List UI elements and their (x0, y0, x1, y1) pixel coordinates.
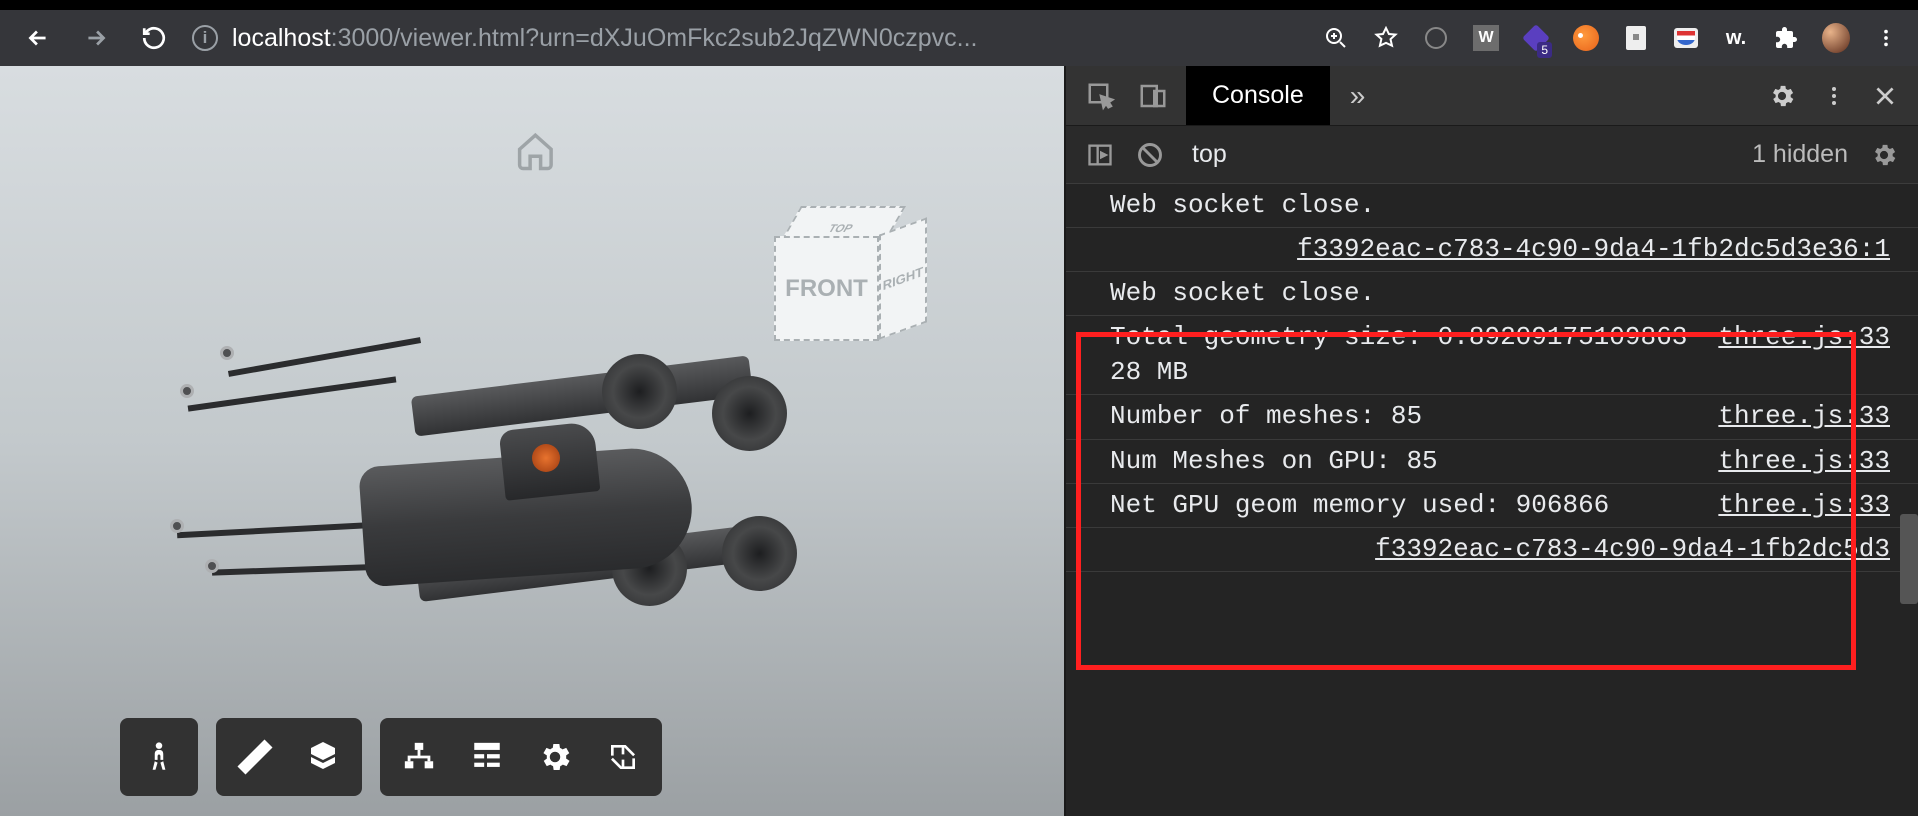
home-icon[interactable] (514, 130, 556, 172)
extension-fish-icon[interactable] (1572, 24, 1600, 52)
extension-w2-icon[interactable]: w. (1722, 24, 1750, 52)
url-path: :3000/viewer.html?urn=dXJuOmFkc2sub2JqZW… (331, 24, 978, 52)
fullscreen-icon[interactable] (594, 728, 652, 786)
extension-w-icon[interactable]: W (1472, 24, 1500, 52)
forward-button[interactable] (76, 18, 116, 58)
log-row: Num Meshes on GPU: 85three.js:33 (1066, 440, 1918, 484)
console-context[interactable]: top (1186, 140, 1730, 169)
clear-console-icon[interactable] (1136, 141, 1164, 169)
back-button[interactable] (18, 18, 58, 58)
zoom-icon[interactable] (1322, 24, 1350, 52)
viewer-toolbar (120, 718, 662, 796)
measure-tool-icon[interactable] (226, 728, 284, 786)
log-row: Total geometry size: 0.8920917510986328 … (1066, 316, 1918, 395)
reload-button[interactable] (134, 18, 174, 58)
tabs-overflow-icon[interactable]: » (1330, 66, 1386, 125)
console-settings-icon[interactable] (1870, 141, 1898, 169)
address-bar[interactable]: i localhost:3000/viewer.html?urn=dXJuOmF… (192, 24, 1304, 53)
log-row: f3392eac-c783-4c90-9da4-1fb2dc5d3e36:1 (1066, 228, 1918, 272)
extension-page-icon[interactable] (1622, 24, 1650, 52)
devtools-close-icon[interactable] (1872, 83, 1898, 109)
devtools-panel: Console » top 1 hidden (1064, 66, 1918, 816)
browser-menu-icon[interactable] (1872, 24, 1900, 52)
vertical-scrollbar[interactable] (1900, 514, 1918, 604)
hidden-messages[interactable]: 1 hidden (1752, 140, 1848, 169)
site-info-icon[interactable]: i (192, 25, 218, 51)
model-browser-icon[interactable] (390, 728, 448, 786)
window-titlebar (0, 0, 1918, 10)
model-xwing (182, 336, 882, 696)
toolbar-actions: W 5 w. (1322, 24, 1900, 52)
viewer-canvas[interactable]: TOP FRONT RIGHT (0, 66, 1064, 816)
device-toggle-icon[interactable] (1138, 81, 1168, 111)
devtools-menu-icon[interactable] (1822, 84, 1846, 108)
profile-avatar[interactable] (1822, 24, 1850, 52)
extension-diamond-icon[interactable]: 5 (1522, 24, 1550, 52)
devtools-settings-icon[interactable] (1768, 82, 1796, 110)
log-row: Number of meshes: 85three.js:33 (1066, 395, 1918, 439)
bookmark-star-icon[interactable] (1372, 24, 1400, 52)
browser-toolbar: i localhost:3000/viewer.html?urn=dXJuOmF… (0, 10, 1918, 66)
settings-gear-icon[interactable] (526, 728, 584, 786)
viewcube-front[interactable]: FRONT (774, 236, 879, 341)
extension-circle-icon[interactable] (1422, 24, 1450, 52)
extension-flag-icon[interactable] (1672, 24, 1700, 52)
url-host: localhost (232, 24, 331, 52)
inspect-element-icon[interactable] (1086, 81, 1116, 111)
log-row: Web socket close. (1066, 272, 1918, 316)
viewcube-right[interactable]: RIGHT (879, 217, 927, 339)
console-filter-bar: top 1 hidden (1066, 126, 1918, 184)
tab-console[interactable]: Console (1186, 66, 1330, 125)
log-row: Net GPU geom memory used: 906866three.js… (1066, 484, 1918, 528)
explode-tool-icon[interactable] (294, 728, 352, 786)
walk-tool-icon[interactable] (130, 728, 188, 786)
log-row: Web socket close. (1066, 184, 1918, 228)
console-log-area[interactable]: Web socket close. f3392eac-c783-4c90-9da… (1066, 184, 1918, 816)
console-sidebar-toggle-icon[interactable] (1086, 141, 1114, 169)
properties-icon[interactable] (458, 728, 516, 786)
log-row: f3392eac-c783-4c90-9da4-1fb2dc5d3 (1066, 528, 1918, 572)
devtools-tabs: Console » (1066, 66, 1918, 126)
extensions-menu-icon[interactable] (1772, 24, 1800, 52)
